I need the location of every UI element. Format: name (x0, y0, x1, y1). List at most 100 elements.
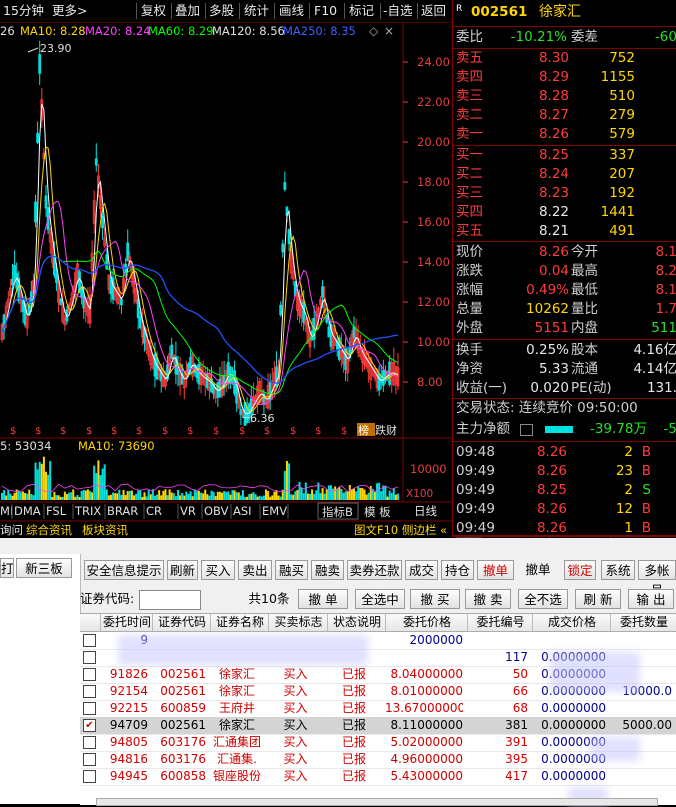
indicator-tab[interactable]: CR (146, 504, 162, 518)
fuquan-button[interactable]: 复权 (141, 2, 166, 20)
volume-bar (76, 495, 79, 500)
ask-price: 8.30 (538, 50, 569, 66)
period-selector[interactable]: 15分钟 (3, 2, 44, 20)
news-tab-sector[interactable]: 板块资讯 (82, 523, 128, 537)
indicator-tab[interactable]: ASI (233, 504, 252, 518)
ask-row: 卖四 8.29 1155 (453, 68, 676, 87)
remove-watchlist-button[interactable]: -自选 (383, 2, 413, 20)
bid-volume: 207 (609, 166, 635, 182)
column-header[interactable]: 委托价格 (385, 614, 468, 631)
row-checkbox[interactable] (83, 736, 96, 749)
indicator-tab[interactable]: TRIX (74, 504, 101, 518)
multi-stock-button[interactable]: 多股 (209, 2, 234, 20)
table-row[interactable]: ✔ 94709 002561 徐家汇 买入 已报 8.11000000 381 0.000000… (80, 717, 676, 735)
table-row[interactable]: 94945 600858 银座股份 买入 已报 5.43000000 417 0.000000… (80, 768, 676, 786)
order-action-button[interactable]: 全选中 (355, 589, 405, 609)
cell-deal: 0.0000000 (541, 701, 606, 715)
toolbar-button[interactable]: 融卖 (311, 560, 344, 580)
table-row[interactable]: 92215 600859 王府井 买入 已报 13.67000000 68 0.0000000 (80, 700, 676, 718)
column-header[interactable]: 状态说明 (327, 614, 386, 631)
ask-price: 8.27 (538, 107, 569, 123)
indicator-tab[interactable]: DMA (14, 504, 41, 518)
order-action-button[interactable]: 撤 买 (410, 589, 460, 609)
chart-canvas[interactable]: 26 MA10: 8.28 MA20: 8.24 MA60: 8.29 MA12… (0, 22, 452, 538)
row-checkbox[interactable] (83, 668, 96, 681)
indicator-tab[interactable]: BRAR (107, 504, 138, 518)
close-icon[interactable]: × (384, 24, 394, 38)
cell-status: 已报 (341, 701, 366, 715)
volume-bar (65, 494, 68, 500)
toolbar-button[interactable]: 买入 (201, 560, 235, 580)
indicator-b-button[interactable]: 指标B (322, 505, 353, 519)
bid-level-label: 买一 (456, 147, 483, 163)
toolbar-button[interactable]: 卖券还款 (347, 560, 402, 580)
order-action-button[interactable]: 全不选 (518, 589, 568, 609)
indicator-tab[interactable]: OBV (204, 504, 229, 518)
row-checkbox[interactable] (83, 702, 96, 715)
table-row[interactable]: 94805 603176 汇通集团 买入 已报 5.02000000 391 0.000000… (80, 734, 676, 752)
cell-name: 徐家汇 (218, 718, 255, 732)
volume-bar (162, 490, 165, 500)
f10-sidebar-toggle[interactable]: 图文F10 侧边栏 « (354, 523, 447, 537)
order-action-button[interactable]: 刷 新 (575, 589, 621, 609)
indicator-tab[interactable]: FSL (46, 504, 67, 518)
overlay-button[interactable]: 叠加 (175, 2, 200, 20)
column-header[interactable]: 成交价格 (532, 614, 611, 631)
order-action-button[interactable]: 撤 单 (298, 589, 348, 609)
toolbar-button[interactable]: 撤单 (477, 560, 514, 580)
order-action-button[interactable]: 输 出 (628, 589, 674, 609)
day-line-button[interactable]: 日线 (414, 504, 437, 518)
row-checkbox[interactable] (83, 685, 96, 698)
volume-bar (51, 496, 54, 500)
left-tab-1[interactable]: 打 (0, 558, 14, 578)
cell-no: 66 (512, 684, 528, 698)
row-checkbox[interactable]: ✔ (83, 719, 96, 732)
back-button[interactable]: 返回 (421, 2, 446, 20)
indicator-tabs[interactable]: MIDMAFSLTRIXBRARCRVROBVASIEMV311862 (0, 504, 289, 519)
stat2-row: 净资 5.33 流通 4.14亿 (453, 360, 676, 379)
toolbar-button[interactable]: 卖出 (238, 560, 272, 580)
news-tab-query[interactable]: 询问 (0, 523, 23, 537)
column-header[interactable]: 买卖标志 (268, 614, 328, 631)
volume-bar (350, 489, 353, 500)
column-header[interactable]: 委托编号 (467, 614, 533, 631)
toolbar-button[interactable]: 锁定 (564, 560, 596, 580)
table-row[interactable]: 94816 603176 汇通集. 买入 已报 4.96000000 395 0.000000… (80, 751, 676, 769)
stats-button[interactable]: 统计 (244, 2, 269, 20)
mark-button[interactable]: 标记 (349, 2, 374, 20)
column-header[interactable]: 委托数量 (610, 614, 676, 631)
row-checkbox[interactable] (83, 651, 96, 664)
indicator-tab[interactable]: VR (180, 504, 196, 518)
toolbar-button[interactable]: 撤单 (519, 560, 557, 580)
row-checkbox[interactable] (83, 634, 96, 647)
indicator-tab[interactable]: MI (0, 504, 13, 518)
template-button[interactable]: 模 板 (364, 505, 391, 519)
draw-line-button[interactable]: 画线 (279, 2, 304, 20)
diamond-icon[interactable]: ◇ (369, 24, 379, 38)
row-checkbox[interactable] (83, 770, 96, 783)
volume-bar (359, 487, 362, 500)
toolbar-button[interactable]: 多帐号 (638, 560, 676, 598)
f10-button[interactable]: F10 (314, 2, 337, 20)
toolbar-button[interactable]: 成交 (405, 560, 438, 580)
more-button[interactable]: 更多> (52, 2, 87, 20)
kline-chart[interactable]: 26 MA10: 8.28 MA20: 8.24 MA60: 8.29 MA12… (0, 22, 452, 538)
code-input[interactable] (139, 590, 201, 610)
column-header[interactable]: 证券名称 (210, 614, 269, 631)
order-action-button[interactable]: 撤 卖 (465, 589, 511, 609)
left-tab-2[interactable]: 新三板 (16, 558, 72, 578)
column-header[interactable]: 委托时间 (100, 614, 153, 631)
row-checkbox[interactable] (83, 753, 96, 766)
volume-axis-label: 10000 (410, 462, 447, 476)
news-tab-general[interactable]: 综合资讯 (26, 523, 72, 537)
column-header[interactable]: 证券代码 (152, 614, 211, 631)
menu-icon[interactable] (520, 424, 533, 436)
toolbar-button[interactable]: 持仓 (441, 560, 474, 580)
indicator-tab[interactable]: EMV (262, 504, 287, 518)
toolbar-button[interactable]: 融买 (275, 560, 308, 580)
toolbar-button[interactable]: 刷新 (167, 560, 198, 580)
horizontal-scrollbar[interactable] (96, 798, 658, 806)
toolbar-button[interactable]: 系统 (601, 560, 635, 580)
toolbar-button[interactable]: 安全信息提示 (84, 560, 164, 580)
volume-bar (3, 490, 6, 500)
